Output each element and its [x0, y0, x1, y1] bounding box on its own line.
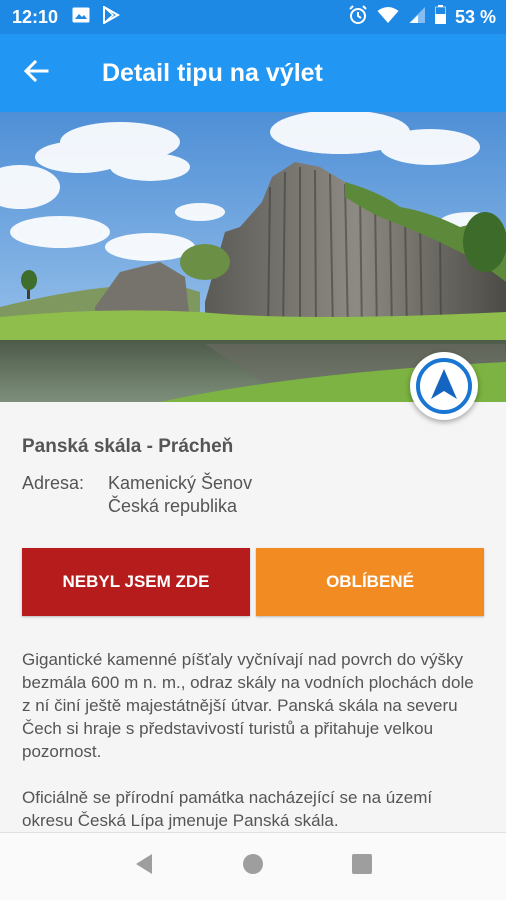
battery-percent: 53 % — [454, 6, 496, 27]
system-back-button[interactable] — [124, 847, 164, 887]
home-circle-icon — [242, 853, 264, 880]
system-nav-bar — [0, 832, 506, 900]
play-store-icon — [102, 4, 121, 29]
app-bar: Detail tipu na výlet — [0, 34, 506, 112]
system-recents-button[interactable] — [342, 847, 382, 887]
address-line1: Kamenický Šenov — [108, 473, 253, 493]
detail-content: Panská skála - Prácheň Adresa: Kamenický… — [0, 402, 506, 832]
gallery-icon — [72, 7, 90, 28]
not-visited-button[interactable]: NEBYL JSEM ZDE — [22, 548, 250, 616]
back-triangle-icon — [134, 853, 154, 880]
description-paragraph: Gigantické kamenné píšťaly vyčnívají nad… — [22, 650, 474, 761]
address-line2: Česká republika — [108, 496, 238, 516]
place-title: Panská skála - Prácheň — [22, 436, 234, 457]
navigation-arrow-icon — [429, 367, 459, 406]
battery-icon — [434, 5, 446, 29]
wifi-icon — [377, 6, 399, 29]
description-paragraph: Oficiálně se přírodní památka nacházejíc… — [22, 788, 433, 830]
favorite-button[interactable]: OBLÍBENÉ — [256, 548, 484, 616]
status-bar: 12:10 53 % — [0, 0, 506, 34]
arrow-back-icon — [23, 58, 49, 89]
action-buttons: NEBYL JSEM ZDE OBLÍBENÉ — [22, 548, 484, 616]
alarm-icon — [348, 4, 368, 30]
recents-square-icon — [351, 854, 372, 879]
address: Adresa: Kamenický Šenov Česká republika — [22, 472, 484, 518]
back-button[interactable] — [0, 34, 72, 112]
page-title: Detail tipu na výlet — [102, 58, 323, 87]
signal-icon — [408, 6, 426, 29]
address-label: Adresa: — [22, 473, 85, 493]
status-time: 12:10 — [12, 6, 59, 27]
system-home-button[interactable] — [233, 847, 273, 887]
description: Gigantické kamenné píšťaly vyčnívají nad… — [22, 648, 484, 832]
